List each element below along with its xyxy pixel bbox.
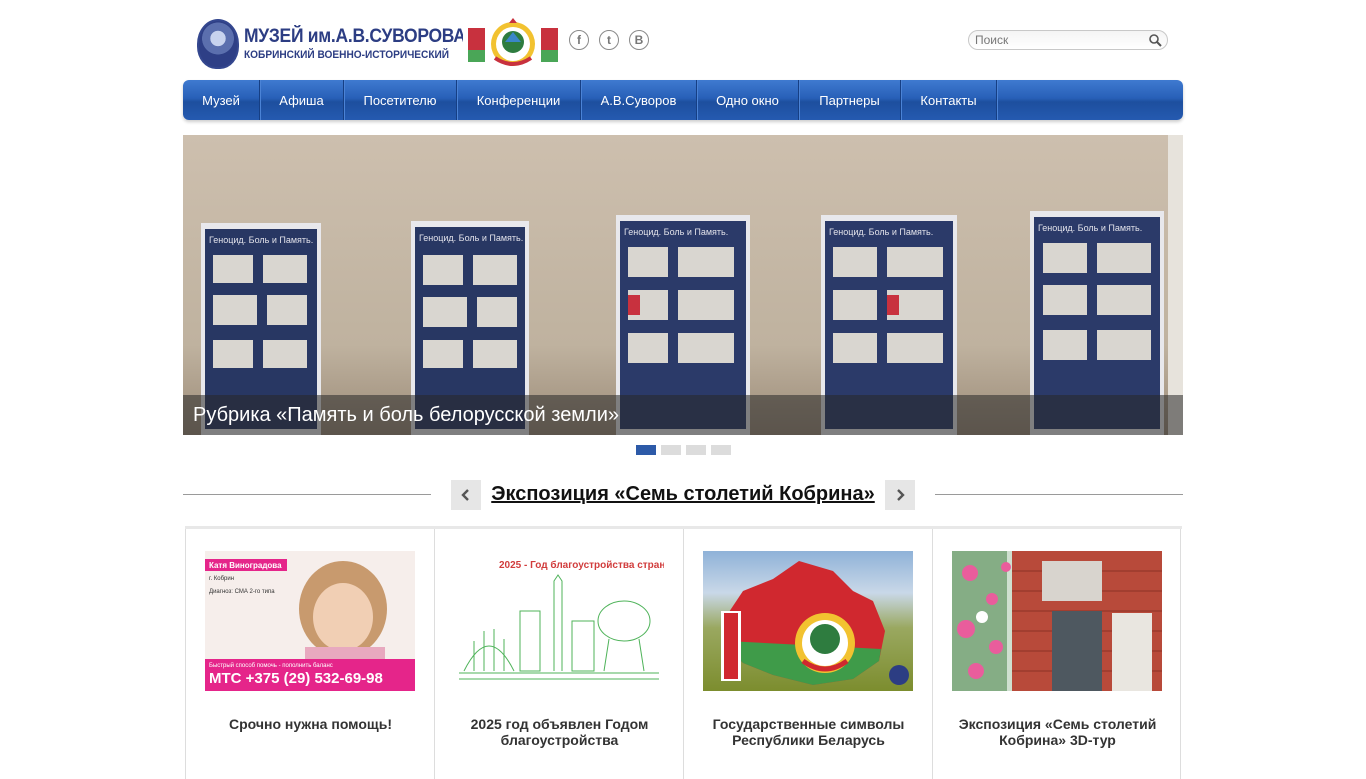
card-image-help[interactable]: Катя Виноградова г. Кобрин Диагноз: СМА … <box>205 551 415 691</box>
card-image-3d-tour[interactable] <box>952 551 1162 691</box>
child-photo-image: Катя Виноградова г. Кобрин Диагноз: СМА … <box>205 551 415 691</box>
image-slider[interactable]: Геноцид. Боль и Память. Геноцид. Боль и … <box>183 135 1183 435</box>
card-2-caption-text: 2025 - Год благоустройства страны <box>499 559 664 571</box>
site-logo[interactable]: МУЗЕЙ им.А.В.СУВОРОВА КОБРИНСКИЙ ВОЕННО-… <box>197 18 563 70</box>
chevron-left-icon <box>461 489 469 501</box>
nav-item-afisha[interactable]: Афиша <box>260 80 344 120</box>
poster-header-2: Геноцид. Боль и Память. <box>419 233 523 243</box>
nav-item-contacts[interactable]: Контакты <box>901 80 997 120</box>
news-card[interactable]: Государственные символы Республики Белар… <box>683 529 932 779</box>
section-title-link[interactable]: Экспозиция «Семь столетий Кобрина» <box>481 483 885 506</box>
search-input[interactable] <box>969 31 1139 49</box>
slider-caption[interactable]: Рубрика «Память и боль белорусской земли… <box>183 395 1183 435</box>
nav-item-visitors[interactable]: Посетителю <box>344 80 457 120</box>
nav-item-conferences[interactable]: Конференции <box>457 80 581 120</box>
nav-item-museum[interactable]: Музей <box>183 80 260 120</box>
main-nav: Музей Афиша Посетителю Конференции А.В.С… <box>183 80 1183 120</box>
next-arrow-button[interactable] <box>885 480 915 510</box>
state-emblem-flags-icon <box>463 18 563 66</box>
logo-title: МУЗЕЙ им.А.В.СУВОРОВА <box>244 26 466 47</box>
slider-dot[interactable] <box>686 445 706 455</box>
page-wrapper: МУЗЕЙ им.А.В.СУВОРОВА КОБРИНСКИЙ ВОЕННО-… <box>183 0 1183 779</box>
card-1-bottom-text: Быстрый способ помочь - пополнить баланс <box>209 662 333 669</box>
section-divider-left <box>183 494 431 495</box>
prev-arrow-button[interactable] <box>451 480 481 510</box>
social-links: f t В <box>569 30 649 50</box>
card-1-city-text: г. Кобрин <box>209 576 234 582</box>
news-card[interactable]: Катя Виноградова г. Кобрин Диагноз: СМА … <box>185 529 434 779</box>
slider-dot[interactable] <box>711 445 731 455</box>
logo-text: МУЗЕЙ им.А.В.СУВОРОВА КОБРИНСКИЙ ВОЕННО-… <box>244 27 485 61</box>
nav-item-suvorov[interactable]: А.В.Суворов <box>581 80 697 120</box>
card-image-state-symbols[interactable] <box>703 551 913 691</box>
card-title[interactable]: Экспозиция «Семь столетий Кобрина» 3D-ту… <box>943 716 1172 748</box>
twitter-icon[interactable]: t <box>599 30 619 50</box>
chevron-right-icon <box>897 489 905 501</box>
card-1-diag-text: Диагноз: СМА 2-го типа <box>209 589 275 595</box>
logo-subtitle: КОБРИНСКИЙ ВОЕННО-ИСТОРИЧЕСКИЙ <box>244 49 450 61</box>
nav-item-one-window[interactable]: Одно окно <box>697 80 799 120</box>
news-card[interactable]: 2025 - Год благоустройства страны 2025 г… <box>434 529 683 779</box>
slider-dot[interactable] <box>661 445 681 455</box>
news-card[interactable]: Экспозиция «Семь столетий Кобрина» 3D-ту… <box>932 529 1181 779</box>
city-line-art-image: 2025 - Год благоустройства страны <box>459 559 664 680</box>
poster-header-5: Геноцид. Боль и Память. <box>1038 223 1142 233</box>
card-title[interactable]: Государственные символы Республики Белар… <box>694 716 923 748</box>
search-icon[interactable] <box>1148 33 1162 47</box>
card-1-phone-text: МТС +375 (29) 532-69-98 <box>209 670 383 687</box>
slider-dot[interactable] <box>636 445 656 455</box>
museum-building-photo-image <box>952 551 1162 691</box>
search-box <box>968 30 1168 50</box>
section-divider-right <box>935 494 1183 495</box>
vk-icon[interactable]: В <box>629 30 649 50</box>
slider-pagination <box>636 445 731 455</box>
card-title[interactable]: Срочно нужна помощь! <box>196 716 425 732</box>
suvorov-portrait-icon <box>197 19 239 69</box>
poster-header-3: Геноцид. Боль и Память. <box>624 227 728 237</box>
slider-photo-exhibition: Геноцид. Боль и Память. Геноцид. Боль и … <box>183 135 1183 435</box>
facebook-icon[interactable]: f <box>569 30 589 50</box>
card-image-improvement-year[interactable]: 2025 - Год благоустройства страны <box>454 551 664 691</box>
poster-header-4: Геноцид. Боль и Память. <box>829 227 933 237</box>
card-title[interactable]: 2025 год объявлен Годом благоустройства <box>445 716 674 748</box>
belarus-map-emblem-image <box>721 561 909 685</box>
nav-item-partners[interactable]: Партнеры <box>799 80 901 120</box>
card-1-name-text: Катя Виноградова <box>209 561 282 570</box>
news-cards: Катя Виноградова г. Кобрин Диагноз: СМА … <box>185 526 1182 779</box>
poster-header-1: Геноцид. Боль и Память. <box>209 235 313 245</box>
